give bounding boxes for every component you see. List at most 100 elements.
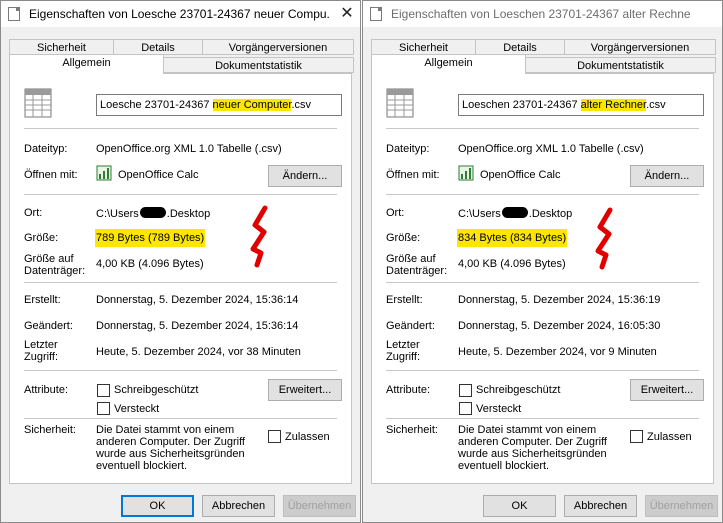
security-text: Die Datei stammt von einem anderen Compu… — [96, 424, 245, 472]
advanced-button[interactable]: Erweitert... — [268, 379, 342, 401]
redaction-mark — [139, 207, 166, 218]
file-name-text: Loesche 23701-24367 — [100, 99, 213, 111]
cancel-button[interactable]: Abbrechen — [202, 495, 275, 517]
properties-window-right: Eigenschaften von Loeschen 23701-24367 a… — [362, 0, 723, 523]
label-line: Datenträger: — [386, 265, 448, 277]
ort-suffix: .Desktop — [166, 208, 211, 220]
security-line: wurde aus Sicherheitsgründen — [96, 448, 245, 460]
apply-button[interactable]: Übernehmen — [283, 495, 356, 517]
label-dateityp: Dateityp: — [386, 143, 430, 155]
unblock-checkbox[interactable] — [268, 430, 281, 443]
file-name-highlight: neuer Computer — [212, 99, 292, 111]
file-name-text: Loeschen 23701-24367 — [462, 99, 581, 111]
label-letzter-zugriff: Letzter Zugriff: — [24, 339, 58, 363]
general-panel: Loeschen 23701-24367 alter Rechner.csv D… — [371, 73, 714, 484]
tab-sicherheit[interactable]: Sicherheit — [371, 39, 476, 55]
value-erstellt: Donnerstag, 5. Dezember 2024, 15:36:14 — [96, 294, 299, 306]
unblock-label: Zulassen — [285, 431, 330, 443]
ort-prefix: C:\Users — [96, 208, 139, 220]
openoffice-calc-icon — [458, 165, 474, 181]
security-text: Die Datei stammt von einem anderen Compu… — [458, 424, 607, 472]
label-groesse: Größe: — [24, 232, 59, 244]
file-name-input[interactable]: Loeschen 23701-24367 alter Rechner.csv — [458, 94, 704, 116]
unblock-checkbox[interactable] — [630, 430, 643, 443]
label-line: Größe auf — [386, 253, 436, 265]
label-oeffnen-mit: Öffnen mit: — [24, 169, 78, 181]
value-geaendert: Donnerstag, 5. Dezember 2024, 16:05:30 — [458, 320, 661, 332]
unblock-label: Zulassen — [647, 431, 692, 443]
divider — [24, 194, 337, 195]
label-line: Zugriff: — [386, 351, 421, 363]
readonly-label: Schreibgeschützt — [476, 384, 561, 396]
file-name-input[interactable]: Loesche 23701-24367 neuer Computer.csv — [96, 94, 342, 116]
value-open-with: OpenOffice Calc — [480, 169, 561, 181]
label-oeffnen-mit: Öffnen mit: — [386, 169, 440, 181]
cancel-button[interactable]: Abbrechen — [564, 495, 637, 517]
value-letzter-zugriff: Heute, 5. Dezember 2024, vor 38 Minuten — [96, 346, 301, 358]
tab-details[interactable]: Details — [475, 39, 565, 55]
label-geaendert: Geändert: — [24, 320, 73, 332]
value-groesse: 834 Bytes (834 Bytes) — [457, 229, 568, 247]
label-attribute: Attribute: — [386, 384, 431, 396]
properties-window-left: Eigenschaften von Loesche 23701-24367 ne… — [0, 0, 361, 523]
tab-dokumentstatistik[interactable]: Dokumentstatistik — [163, 57, 354, 73]
ok-button[interactable]: OK — [483, 495, 556, 517]
divider — [24, 418, 337, 419]
value-letzter-zugriff: Heute, 5. Dezember 2024, vor 9 Minuten — [458, 346, 657, 358]
value-erstellt: Donnerstag, 5. Dezember 2024, 15:36:19 — [458, 294, 661, 306]
value-open-with: OpenOffice Calc — [118, 169, 199, 181]
label-groesse: Größe: — [386, 232, 421, 244]
tab-sicherheit[interactable]: Sicherheit — [9, 39, 114, 55]
value-groesse-datentraeger: 4,00 KB (4.096 Bytes) — [96, 258, 204, 270]
security-line: anderen Computer. Der Zugriff — [96, 436, 245, 448]
label-attribute: Attribute: — [24, 384, 69, 396]
general-panel: Loesche 23701-24367 neuer Computer.csv D… — [9, 73, 352, 484]
title-bar[interactable]: Eigenschaften von Loeschen 23701-24367 a… — [363, 1, 722, 27]
change-button[interactable]: Ändern... — [630, 165, 704, 187]
hidden-label: Versteckt — [476, 403, 522, 415]
readonly-label: Schreibgeschützt — [114, 384, 199, 396]
tab-dokumentstatistik[interactable]: Dokumentstatistik — [525, 57, 716, 73]
value-dateityp: OpenOffice.org XML 1.0 Tabelle (.csv) — [458, 143, 644, 155]
file-name-extension: .csv — [291, 99, 311, 111]
divider — [386, 418, 699, 419]
apply-button[interactable]: Übernehmen — [645, 495, 718, 517]
hidden-checkbox[interactable] — [97, 402, 110, 415]
divider — [386, 370, 699, 371]
value-ort: C:\Users .Desktop — [96, 207, 210, 220]
title-bar[interactable]: Eigenschaften von Loesche 23701-24367 ne… — [1, 1, 360, 27]
tab-vorgaengerversionen[interactable]: Vorgängerversionen — [564, 39, 716, 55]
ok-button[interactable]: OK — [121, 495, 194, 517]
value-dateityp: OpenOffice.org XML 1.0 Tabelle (.csv) — [96, 143, 282, 155]
label-dateityp: Dateityp: — [24, 143, 68, 155]
security-line: anderen Computer. Der Zugriff — [458, 436, 607, 448]
file-icon — [8, 7, 20, 21]
advanced-button[interactable]: Erweitert... — [630, 379, 704, 401]
label-line: Zugriff: — [24, 351, 59, 363]
security-line: Die Datei stammt von einem — [96, 424, 235, 436]
readonly-checkbox[interactable] — [459, 384, 472, 397]
label-erstellt: Erstellt: — [24, 294, 61, 306]
hidden-label: Versteckt — [114, 403, 160, 415]
label-line: Datenträger: — [24, 265, 86, 277]
security-line: eventuell blockiert. — [96, 460, 188, 472]
label-ort: Ort: — [24, 207, 43, 219]
hidden-checkbox[interactable] — [459, 402, 472, 415]
ort-suffix: .Desktop — [528, 208, 573, 220]
tab-allgemein[interactable]: Allgemein — [371, 54, 526, 74]
value-geaendert: Donnerstag, 5. Dezember 2024, 15:36:14 — [96, 320, 299, 332]
spreadsheet-file-icon — [386, 88, 414, 118]
close-icon[interactable]: ✕ — [337, 4, 357, 24]
label-sicherheit: Sicherheit: — [386, 424, 438, 436]
tab-details[interactable]: Details — [113, 39, 203, 55]
tab-allgemein[interactable]: Allgemein — [9, 54, 164, 74]
tab-vorgaengerversionen[interactable]: Vorgängerversionen — [202, 39, 354, 55]
label-erstellt: Erstellt: — [386, 294, 423, 306]
readonly-checkbox[interactable] — [97, 384, 110, 397]
file-icon — [370, 7, 382, 21]
label-line: Letzter — [386, 339, 420, 351]
value-groesse: 789 Bytes (789 Bytes) — [95, 229, 206, 247]
divider — [386, 194, 699, 195]
change-button[interactable]: Ändern... — [268, 165, 342, 187]
label-letzter-zugriff: Letzter Zugriff: — [386, 339, 420, 363]
